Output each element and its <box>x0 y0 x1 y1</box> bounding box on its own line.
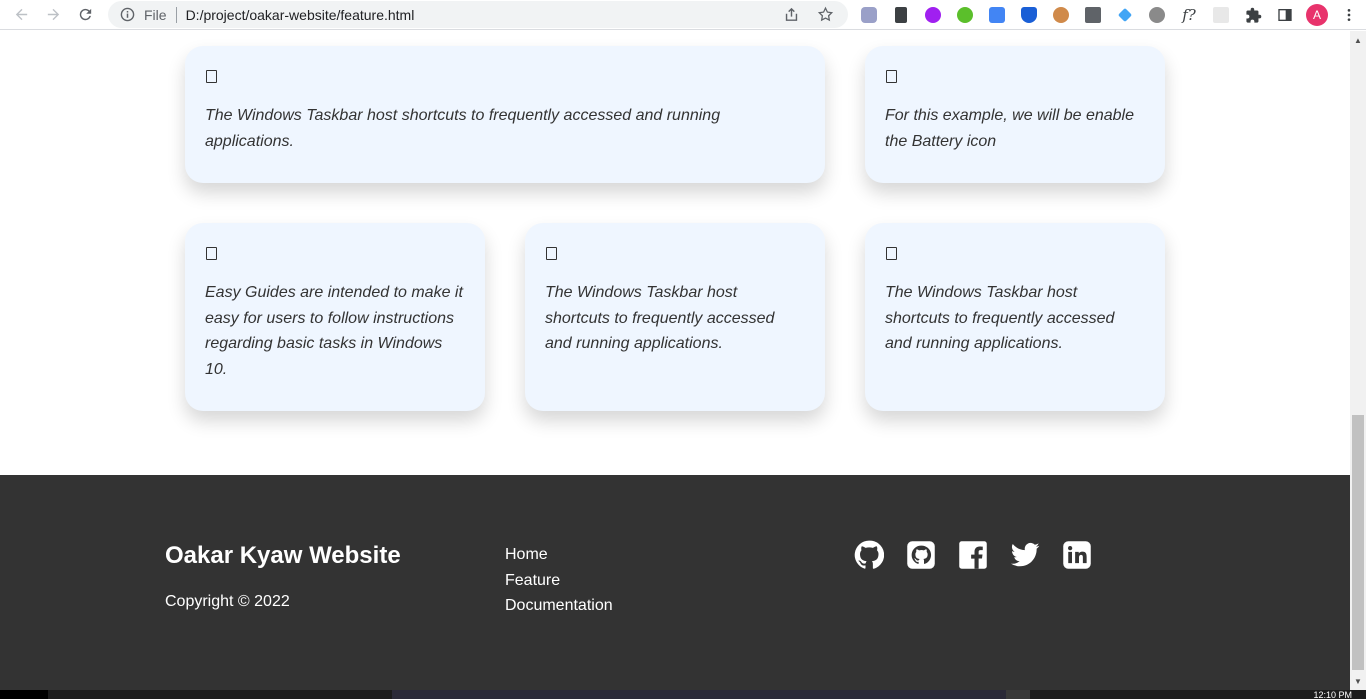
owl-icon[interactable] <box>1045 3 1077 27</box>
browser-toolbar: File D:/project/oakar-website/feature.ht… <box>0 0 1366 30</box>
footer-link-documentation[interactable]: Documentation <box>505 593 613 619</box>
feature-card-text: The Windows Taskbar host shortcuts to fr… <box>885 284 1115 352</box>
address-bar[interactable]: File D:/project/oakar-website/feature.ht… <box>108 1 848 28</box>
page-viewport: The Windows Taskbar host shortcuts to fr… <box>0 31 1350 690</box>
github-square-icon[interactable] <box>905 539 937 571</box>
missing-glyph-icon <box>206 70 217 83</box>
feature-card: The Windows Taskbar host shortcuts to fr… <box>525 223 825 411</box>
features-section: The Windows Taskbar host shortcuts to fr… <box>165 31 1185 431</box>
footer-link-home[interactable]: Home <box>505 542 613 568</box>
whatfont-icon[interactable]: f? <box>1173 3 1205 27</box>
linkedin-icon[interactable] <box>1061 539 1093 571</box>
reload-button[interactable] <box>69 1 101 29</box>
scroll-up-arrow-icon[interactable]: ▲ <box>1350 33 1366 47</box>
bitwarden-shield-icon[interactable] <box>1013 3 1045 27</box>
footer-copyright: Copyright © 2022 <box>165 593 290 610</box>
flutter-icon[interactable] <box>1109 3 1141 27</box>
info-icon[interactable] <box>120 7 135 22</box>
taskbar-app-item[interactable] <box>1006 690 1030 699</box>
feature-card-text: Easy Guides are intended to make it easy… <box>205 284 463 378</box>
os-taskbar: 12:10 PM <box>0 690 1366 699</box>
omnibox-divider <box>175 6 177 23</box>
site-footer: Oakar Kyaw Website Copyright © 2022 Home… <box>0 475 1350 690</box>
google-translate-icon[interactable] <box>981 3 1013 27</box>
twitter-icon[interactable] <box>1009 539 1041 571</box>
extensions-row: f? A <box>853 3 1365 27</box>
feature-card-text: The Windows Taskbar host shortcuts to fr… <box>205 107 721 150</box>
share-icon[interactable] <box>782 5 800 23</box>
profile-avatar[interactable]: A <box>1301 3 1333 27</box>
scheme-label: File <box>144 6 167 23</box>
back-button[interactable] <box>5 1 37 29</box>
privacy-badger-icon[interactable] <box>853 3 885 27</box>
url-text[interactable]: D:/project/oakar-website/feature.html <box>186 7 415 23</box>
feature-card: For this example, we will be enable the … <box>865 46 1165 183</box>
extensions-puzzle-icon[interactable] <box>1237 3 1269 27</box>
reload-icon <box>79 8 91 21</box>
footer-link-feature[interactable]: Feature <box>505 568 613 594</box>
arrow-left-icon <box>15 8 27 21</box>
scroll-thumb[interactable] <box>1352 415 1364 670</box>
eyedropper-icon[interactable] <box>885 3 917 27</box>
start-button[interactable] <box>0 690 48 699</box>
github-icon[interactable] <box>853 539 885 571</box>
arrow-right-icon <box>47 8 59 21</box>
bookmark-star-icon[interactable] <box>816 5 834 23</box>
social-links <box>853 539 1093 571</box>
feature-card-text: For this example, we will be enable the … <box>885 107 1135 150</box>
grammar-icon[interactable] <box>949 3 981 27</box>
footer-brand: Oakar Kyaw Website <box>165 542 401 569</box>
colorzilla-icon[interactable] <box>917 3 949 27</box>
taskbar-app-area[interactable] <box>392 690 1006 699</box>
side-panel-icon[interactable] <box>1269 3 1301 27</box>
bug-icon[interactable] <box>1141 3 1173 27</box>
taskbar-clock: 12:10 PM <box>1313 690 1352 699</box>
scroll-down-arrow-icon[interactable]: ▼ <box>1350 674 1366 688</box>
feature-card: Easy Guides are intended to make it easy… <box>185 223 485 411</box>
missing-glyph-icon <box>886 247 897 260</box>
image-search-icon[interactable] <box>1077 3 1109 27</box>
blank-extension-icon[interactable] <box>1205 3 1237 27</box>
missing-glyph-icon <box>206 247 217 260</box>
missing-glyph-icon <box>886 70 897 83</box>
page-scrollbar[interactable]: ▲ ▼ <box>1350 31 1366 690</box>
footer-links: Home Feature Documentation <box>505 542 613 619</box>
feature-card: The Windows Taskbar host shortcuts to fr… <box>185 46 825 183</box>
feature-card-text: The Windows Taskbar host shortcuts to fr… <box>545 284 775 352</box>
missing-glyph-icon <box>546 247 557 260</box>
feature-card: The Windows Taskbar host shortcuts to fr… <box>865 223 1165 411</box>
forward-button[interactable] <box>37 1 69 29</box>
menu-kebab-icon[interactable] <box>1333 3 1365 27</box>
facebook-icon[interactable] <box>957 539 989 571</box>
